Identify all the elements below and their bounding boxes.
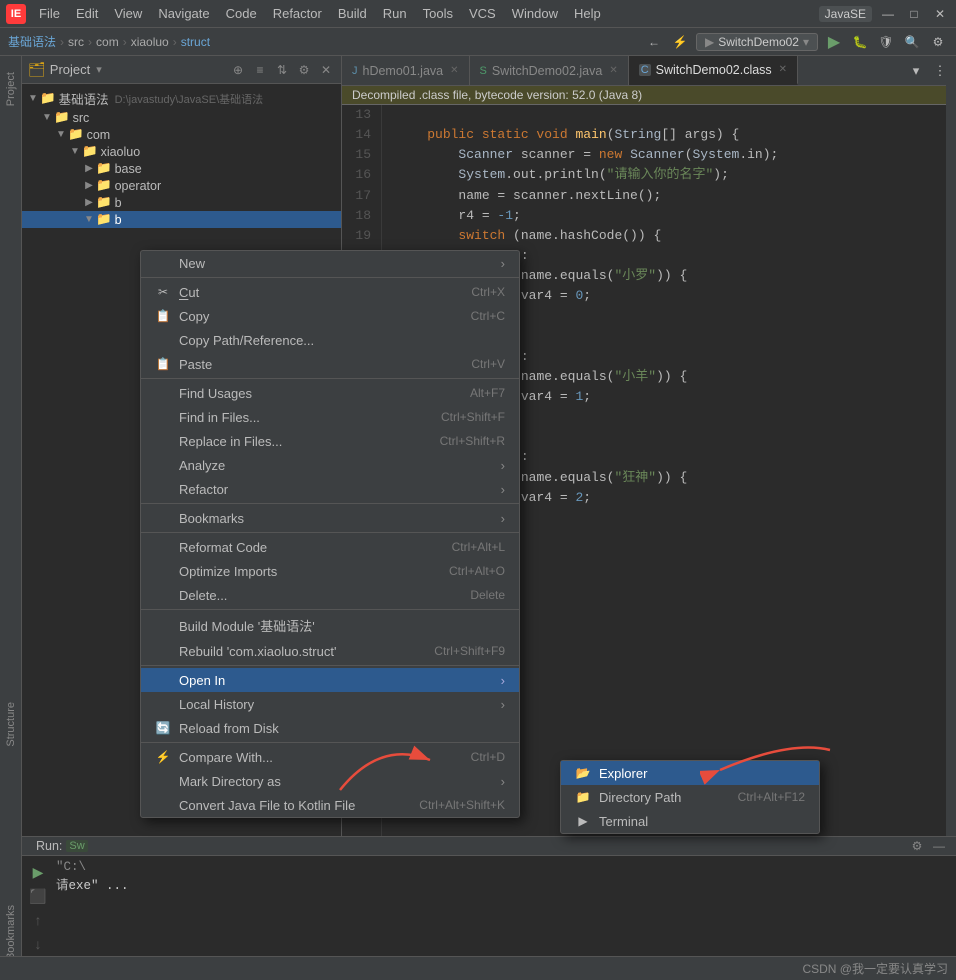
- ctx-reformat-label: Reformat Code: [179, 540, 267, 555]
- ctx-refactor-label: Refactor: [179, 482, 228, 497]
- ctx-analyze[interactable]: Analyze ›: [141, 453, 519, 477]
- optimize-shortcut: Ctrl+Alt+O: [449, 564, 505, 578]
- sub-explorer-label: Explorer: [599, 766, 647, 781]
- cut-icon: ✂: [155, 284, 171, 300]
- ctx-find-files[interactable]: Find in Files... Ctrl+Shift+F: [141, 405, 519, 429]
- ctx-reformat[interactable]: Reformat Code Ctrl+Alt+L: [141, 535, 519, 559]
- sep-3: [141, 503, 519, 504]
- ctx-copy[interactable]: 📋 Copy Ctrl+C: [141, 304, 519, 328]
- sep-4: [141, 532, 519, 533]
- ctx-build-module[interactable]: Build Module '基础语法': [141, 612, 519, 639]
- convert-icon: [155, 797, 171, 813]
- red-arrow-1: [330, 720, 450, 800]
- ctx-mark-dir-label: Mark Directory as: [179, 774, 281, 789]
- optimize-icon: [155, 563, 171, 579]
- ctx-find-usages-label: Find Usages: [179, 386, 252, 401]
- ctx-copy-path[interactable]: Copy Path/Reference...: [141, 328, 519, 352]
- find-files-shortcut: Ctrl+Shift+F: [441, 410, 505, 424]
- refactor-icon: [155, 481, 171, 497]
- ctx-delete-label: Delete...: [179, 588, 227, 603]
- delete-icon: [155, 587, 171, 603]
- ctx-rebuild-label: Rebuild 'com.xiaoluo.struct': [179, 644, 336, 659]
- dir-path-icon: 📁: [575, 789, 591, 805]
- bookmarks-icon: [155, 510, 171, 526]
- compare-icon: ⚡: [155, 749, 171, 765]
- find-usages-icon: [155, 385, 171, 401]
- terminal-icon: ▶: [575, 813, 591, 829]
- ctx-optimize[interactable]: Optimize Imports Ctrl+Alt+O: [141, 559, 519, 583]
- ctx-paste[interactable]: 📋 Paste Ctrl+V: [141, 352, 519, 376]
- build-module-icon: [155, 618, 171, 634]
- delete-shortcut: Delete: [470, 588, 505, 602]
- open-in-arrow: ›: [501, 673, 505, 688]
- local-history-icon: [155, 696, 171, 712]
- new-icon: [155, 255, 171, 271]
- ctx-new[interactable]: New ›: [141, 251, 519, 275]
- ctx-cut[interactable]: ✂ Cut Ctrl+X: [141, 280, 519, 304]
- open-in-icon: [155, 672, 171, 688]
- ctx-reload-label: Reload from Disk: [179, 721, 279, 736]
- ctx-optimize-label: Optimize Imports: [179, 564, 277, 579]
- ctx-rebuild[interactable]: Rebuild 'com.xiaoluo.struct' Ctrl+Shift+…: [141, 639, 519, 663]
- sep-5: [141, 609, 519, 610]
- bookmarks-arrow: ›: [501, 511, 505, 526]
- rebuild-shortcut: Ctrl+Shift+F9: [434, 644, 505, 658]
- reformat-shortcut: Ctrl+Alt+L: [452, 540, 505, 554]
- ctx-local-history[interactable]: Local History ›: [141, 692, 519, 716]
- mark-dir-arrow: ›: [501, 774, 505, 789]
- reload-icon: 🔄: [155, 720, 171, 736]
- ctx-convert-label: Convert Java File to Kotlin File: [179, 798, 355, 813]
- copy-icon: 📋: [155, 308, 171, 324]
- sub-terminal[interactable]: ▶ Terminal: [561, 809, 819, 833]
- rebuild-icon: [155, 643, 171, 659]
- ctx-paste-label: Paste: [179, 357, 212, 372]
- ctx-bookmarks[interactable]: Bookmarks ›: [141, 506, 519, 530]
- ctx-copy-label: Copy: [179, 309, 209, 324]
- ctx-bookmarks-label: Bookmarks: [179, 511, 244, 526]
- context-menu-overlay[interactable]: New › ✂ Cut Ctrl+X 📋 Copy Ctrl+C Copy Pa…: [0, 0, 956, 980]
- ctx-replace-files-label: Replace in Files...: [179, 434, 282, 449]
- paste-shortcut: Ctrl+V: [471, 357, 505, 371]
- mark-dir-icon: [155, 773, 171, 789]
- sep-2: [141, 378, 519, 379]
- explorer-icon: 📂: [575, 765, 591, 781]
- replace-files-shortcut: Ctrl+Shift+R: [440, 434, 505, 448]
- find-usages-shortcut: Alt+F7: [470, 386, 505, 400]
- replace-files-icon: [155, 433, 171, 449]
- cut-shortcut: Ctrl+X: [471, 285, 505, 299]
- ctx-delete[interactable]: Delete... Delete: [141, 583, 519, 607]
- ctx-refactor[interactable]: Refactor ›: [141, 477, 519, 501]
- sep-1: [141, 277, 519, 278]
- ctx-compare-label: Compare With...: [179, 750, 273, 765]
- ctx-new-label: New: [179, 256, 205, 271]
- paste-icon: 📋: [155, 356, 171, 372]
- ctx-copy-path-label: Copy Path/Reference...: [179, 333, 314, 348]
- ctx-replace-files[interactable]: Replace in Files... Ctrl+Shift+R: [141, 429, 519, 453]
- refactor-arrow: ›: [501, 482, 505, 497]
- ctx-find-usages[interactable]: Find Usages Alt+F7: [141, 381, 519, 405]
- sub-terminal-label: Terminal: [599, 814, 648, 829]
- sep-6: [141, 665, 519, 666]
- reformat-icon: [155, 539, 171, 555]
- compare-shortcut: Ctrl+D: [471, 750, 505, 764]
- convert-shortcut: Ctrl+Alt+Shift+K: [419, 798, 505, 812]
- copy-shortcut: Ctrl+C: [471, 309, 505, 323]
- ctx-find-files-label: Find in Files...: [179, 410, 260, 425]
- find-files-icon: [155, 409, 171, 425]
- analyze-icon: [155, 457, 171, 473]
- new-arrow: ›: [501, 256, 505, 271]
- local-history-arrow: ›: [501, 697, 505, 712]
- ctx-cut-label: Cut: [179, 285, 199, 300]
- ctx-open-in[interactable]: Open In ›: [141, 668, 519, 692]
- analyze-arrow: ›: [501, 458, 505, 473]
- ctx-local-history-label: Local History: [179, 697, 254, 712]
- ctx-analyze-label: Analyze: [179, 458, 225, 473]
- copy-path-icon: [155, 332, 171, 348]
- sub-dir-path-label: Directory Path: [599, 790, 681, 805]
- ctx-build-module-label: Build Module '基础语法': [179, 616, 315, 635]
- ctx-open-in-label: Open In: [179, 673, 225, 688]
- red-arrow-2: [700, 720, 840, 800]
